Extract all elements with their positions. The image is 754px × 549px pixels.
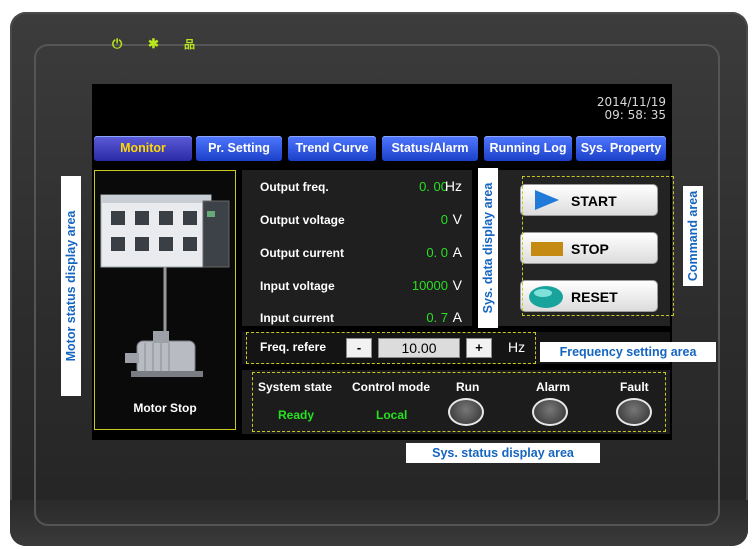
input-voltage-value: 10000: [411, 278, 448, 293]
output-freq-label: Output freq.: [260, 180, 329, 194]
tab-sys-property[interactable]: Sys. Property: [576, 136, 666, 161]
tab-trend-curve[interactable]: Trend Curve: [288, 136, 376, 161]
motor-area-callout: Motor status display area: [61, 176, 81, 396]
output-current-label: Output current: [260, 246, 344, 260]
data-area-callout: Sys. data display area: [478, 168, 498, 328]
data-area-callout-text: Sys. data display area: [481, 182, 495, 314]
motor-image: [125, 331, 203, 377]
input-voltage-label: Input voltage: [260, 279, 335, 293]
tab-status-alarm[interactable]: Status/Alarm: [382, 136, 478, 161]
datetime-display: 2014/11/19 09: 58: 35: [597, 96, 666, 122]
input-current-label: Input current: [260, 311, 334, 325]
tab-running-log[interactable]: Running Log: [484, 136, 572, 161]
tab-pr-setting[interactable]: Pr. Setting: [196, 136, 282, 161]
output-freq-unit: Hz: [444, 178, 462, 194]
motor-status-panel: Motor Stop: [94, 170, 236, 430]
input-voltage-unit: V: [452, 277, 462, 293]
status-area-outline: [252, 372, 666, 432]
power-icon: ⏻: [112, 36, 123, 51]
inverter-cabinet-image: [100, 194, 230, 377]
output-voltage-label: Output voltage: [260, 213, 345, 227]
output-current-unit: A: [452, 244, 462, 260]
output-voltage-value: 0: [440, 212, 448, 227]
output-freq-value: 0. 00: [419, 179, 448, 194]
command-area-callout-text: Command area: [686, 190, 700, 282]
input-current-unit: A: [452, 309, 462, 325]
run-indicator-icon: ✱: [148, 36, 159, 51]
tab-monitor[interactable]: Monitor: [94, 136, 192, 161]
freq-area-callout: Frequency setting area: [540, 342, 716, 362]
input-current-value: 0. 7: [426, 310, 448, 325]
command-area-callout: Command area: [683, 186, 703, 286]
output-current-value: 0. 0: [426, 245, 448, 260]
freq-area-outline: [246, 332, 536, 364]
hmi-screen: 2014/11/19 09: 58: 35 Monitor Pr. Settin…: [92, 84, 674, 440]
network-icon: 品: [184, 39, 195, 51]
motor-status-label: Motor Stop: [133, 401, 197, 415]
command-area-outline: [522, 176, 674, 316]
time-text: 09: 58: 35: [604, 108, 666, 122]
system-data-panel: Output freq. 0. 00 Hz Output voltage 0 V…: [242, 170, 472, 326]
motor-area-callout-text: Motor status display area: [64, 210, 78, 362]
output-voltage-unit: V: [452, 211, 462, 227]
status-area-callout: Sys. status display area: [406, 443, 600, 463]
